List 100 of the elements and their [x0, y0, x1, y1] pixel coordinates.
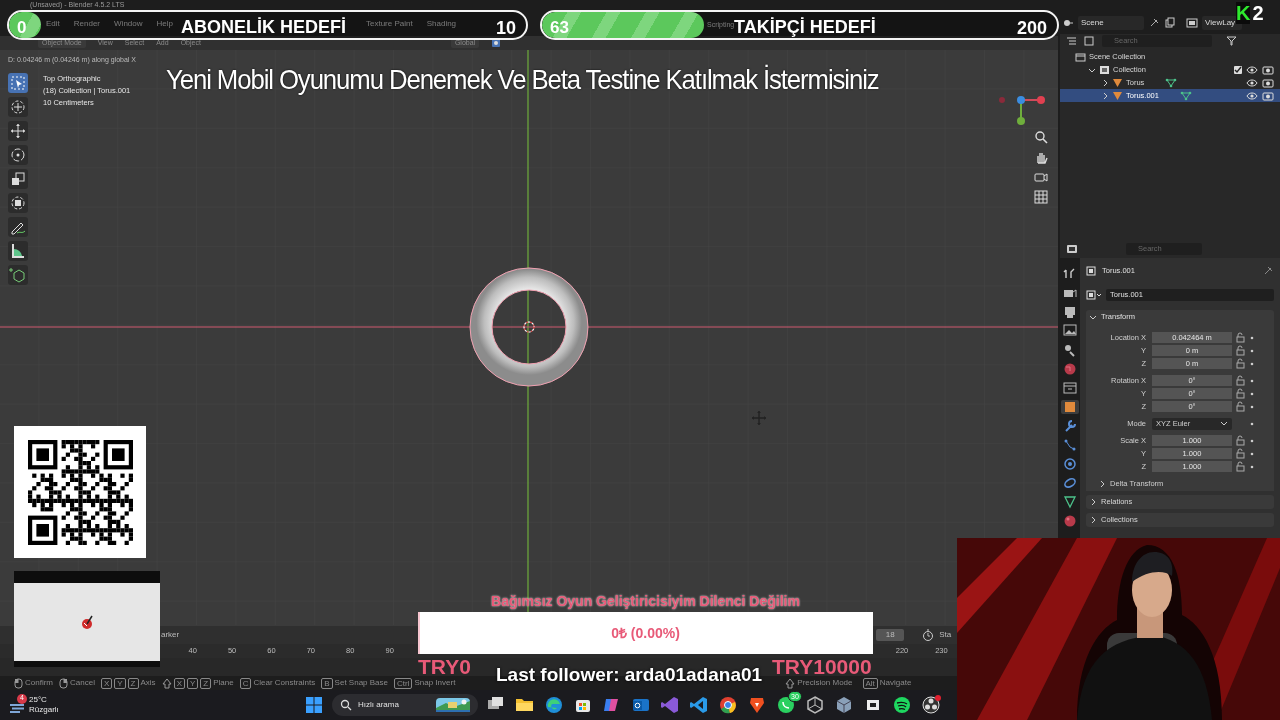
link-tab[interactable] [1061, 476, 1079, 490]
keyframe-dot-icon[interactable] [1249, 334, 1255, 341]
scale-tool-button[interactable] [8, 169, 28, 189]
qr-code-drawing[interactable] [27, 439, 133, 545]
pencil-tool-button[interactable] [8, 217, 28, 237]
stopwatch-icon[interactable] [922, 629, 935, 641]
windows-start-icon[interactable] [306, 697, 322, 713]
square-tab[interactable] [1061, 400, 1079, 414]
shift-key-icon [161, 677, 172, 689]
mesh-data-icon[interactable] [1165, 77, 1178, 88]
swirl-icon[interactable] [544, 695, 564, 715]
keyframe-dot-icon[interactable] [1249, 347, 1255, 354]
donation-amount: 0₺ (0.00%) [611, 623, 680, 643]
menu-item[interactable]: arker [161, 629, 180, 641]
scene-field[interactable]: Scene [1078, 16, 1144, 30]
grid-icon[interactable] [1034, 190, 1048, 204]
keyframe-dot-icon[interactable] [1249, 360, 1255, 367]
camera-icon[interactable] [1034, 170, 1048, 184]
triangle-mesh-tab[interactable] [1061, 495, 1079, 509]
menu-item[interactable]: Edit [46, 18, 60, 30]
key-cap: Ctrl [394, 677, 413, 689]
camera-icon[interactable] [1262, 90, 1274, 101]
copy-icon[interactable] [1164, 17, 1176, 29]
move-tool-button[interactable] [8, 121, 28, 141]
menu-item[interactable]: Render [73, 18, 101, 30]
camera-back-tab[interactable] [1061, 286, 1079, 300]
keyframe-dot-icon[interactable] [1249, 463, 1255, 470]
workspace-tab[interactable]: Texture Paint [366, 18, 413, 30]
rotate-tool-button[interactable] [8, 145, 28, 165]
lock-icon[interactable] [1235, 435, 1245, 446]
mesh-object-icon [1112, 90, 1123, 101]
camera-icon[interactable] [1262, 77, 1274, 88]
box-tab[interactable] [1061, 381, 1079, 395]
menu-item[interactable]: Help [156, 18, 173, 30]
display-mode-icon[interactable] [1066, 36, 1078, 46]
camera-icon[interactable] [1262, 64, 1274, 75]
recording-icon[interactable] [921, 695, 941, 715]
frame-field[interactable]: 18 [876, 629, 905, 641]
zoom-icon[interactable] [1034, 130, 1048, 144]
donation-min-label: TRY0 [418, 656, 471, 677]
goal-title: ABONELİK HEDEFİ [181, 16, 346, 38]
status-hint: Navigate [879, 677, 912, 689]
mouse-icon [14, 677, 23, 689]
cursor-tool-button[interactable] [8, 97, 28, 117]
image-tab[interactable] [1061, 324, 1079, 338]
lock-icon[interactable] [1235, 375, 1245, 386]
lock-icon[interactable] [1235, 388, 1245, 399]
add-cube-tool-button[interactable] [8, 265, 28, 285]
view-icon[interactable] [1084, 36, 1096, 46]
code-editor-icon[interactable] [689, 695, 709, 715]
cube-outline-icon[interactable] [805, 695, 825, 715]
lock-icon[interactable] [1235, 332, 1245, 343]
logo-count: 2 [1252, 2, 1264, 24]
render-layer-icon[interactable] [1186, 17, 1198, 29]
pin-icon[interactable] [1148, 17, 1160, 29]
goal-target: 200 [1016, 17, 1047, 38]
lock-icon[interactable] [1235, 401, 1245, 412]
status-hint: Axis [140, 677, 156, 689]
menu-item[interactable]: Window [114, 18, 143, 30]
browser-icon[interactable] [718, 695, 738, 715]
filter-icon[interactable] [1226, 36, 1238, 46]
pin-icon[interactable] [1262, 265, 1274, 277]
lion-shield-icon[interactable] [747, 695, 767, 715]
sound-waves-icon[interactable] [892, 695, 912, 715]
workspace-tab[interactable]: Shading [426, 18, 457, 30]
checkbox[interactable] [1234, 65, 1242, 74]
transform-tool-button[interactable] [8, 193, 28, 213]
keyframe-dot-icon[interactable] [1249, 377, 1255, 384]
key-cap: Z [200, 677, 212, 689]
lock-icon[interactable] [1235, 358, 1245, 369]
lock-icon[interactable] [1235, 461, 1245, 472]
status-hint: Set Snap Base [334, 677, 388, 689]
orbit-tab[interactable] [1061, 457, 1079, 471]
keyframe-dot-icon[interactable] [1249, 403, 1255, 410]
editor-type-icon[interactable] [1066, 244, 1078, 254]
mesh-data-icon[interactable] [1179, 90, 1192, 101]
eye-icon[interactable] [1246, 64, 1258, 75]
scene-icon[interactable] [1062, 17, 1074, 29]
keyframe-dot-icon[interactable] [1249, 390, 1255, 397]
keyframe-dot-icon[interactable] [1249, 450, 1255, 457]
ruler-tool-button[interactable] [8, 241, 28, 261]
taskbar-search-field[interactable]: Hızlı arama [332, 694, 478, 716]
key-cap: Alt [862, 677, 878, 689]
hand-icon[interactable] [1034, 150, 1048, 164]
keyframe-dot-icon[interactable] [1249, 420, 1255, 427]
object-type-icon[interactable] [1086, 290, 1102, 300]
brush-icon [81, 615, 93, 629]
eye-icon[interactable] [1246, 90, 1258, 101]
status-hint: Precision Mode [797, 677, 853, 689]
lock-icon[interactable] [1235, 448, 1245, 459]
snap-icon[interactable] [491, 38, 502, 48]
temperature-text: 25°C [29, 695, 48, 705]
eye-icon[interactable] [1246, 77, 1258, 88]
keyframe-dot-icon[interactable] [1249, 437, 1255, 444]
lock-icon[interactable] [1235, 345, 1245, 356]
caret-icon [1220, 420, 1228, 427]
infinity-icon[interactable] [660, 695, 680, 715]
cube-icon[interactable] [834, 695, 854, 715]
3d-cursor-icon [523, 321, 535, 333]
select-box-tool-button[interactable] [8, 73, 28, 93]
